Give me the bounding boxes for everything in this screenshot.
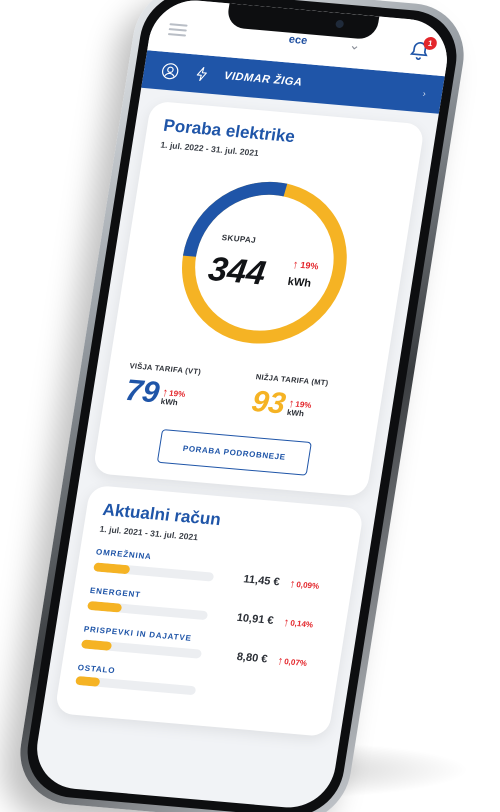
phone-screen: ece ⌄ 1 VIDMAR ŽIGA › Poraba elektrike 1… <box>30 0 454 812</box>
bill-item[interactable]: OSTALO <box>75 663 320 706</box>
notifications-button[interactable]: 1 <box>407 36 438 63</box>
bill-item-change <box>271 697 317 701</box>
tariff-vt-value: 79 <box>123 374 162 410</box>
bill-item-amount: 8,80 € <box>235 650 269 666</box>
tariff-mt-unit: kWh <box>286 407 305 419</box>
tariff-breakdown: VIŠJA TARIFA (VT) 79 ↑ 19% kWh NIŽJA TAR… <box>119 361 368 427</box>
bill-item-change-value: 0,09% <box>295 579 320 591</box>
tariff-vt-unit: kWh <box>160 396 179 408</box>
app-logo: ece <box>287 33 309 48</box>
phone-bezel: ece ⌄ 1 VIDMAR ŽIGA › Poraba elektrike 1… <box>20 0 464 812</box>
consumption-card: Poraba elektrike 1. jul. 2022 - 31. jul.… <box>92 100 425 497</box>
notification-badge: 1 <box>422 36 438 51</box>
total-label: SKUPAJ <box>221 233 257 245</box>
user-icon[interactable] <box>159 60 182 82</box>
bill-item[interactable]: OMREŽNINA 11,45 € ↑ 0,09% <box>93 547 339 593</box>
bill-item-change-value: 0,14% <box>289 618 314 629</box>
lightning-icon[interactable] <box>191 63 214 85</box>
bill-card: Aktualni račun 1. jul. 2021 - 31. jul. 2… <box>54 484 365 737</box>
total-unit: kWh <box>286 275 312 290</box>
total-change: ↑ 19% <box>291 256 320 272</box>
bill-item-change: ↑ 0,09% <box>289 576 336 592</box>
bill-item-change: ↑ 0,07% <box>276 653 324 669</box>
chevron-down-icon[interactable]: ⌄ <box>348 37 361 54</box>
camera-icon <box>335 19 345 29</box>
mockup-stage: ece ⌄ 1 VIDMAR ŽIGA › Poraba elektrike 1… <box>0 0 500 812</box>
total-change-value: 19% <box>299 259 320 272</box>
tariff-vt: VIŠJA TARIFA (VT) 79 ↑ 19% kWh <box>123 361 238 415</box>
bill-item-amount: 10,91 € <box>235 611 275 627</box>
bill-item-amount: 11,45 € <box>242 573 281 589</box>
bill-item-change: ↑ 0,14% <box>282 614 330 630</box>
consumption-detail-button[interactable]: PORABA PODROBNEJE <box>156 429 312 476</box>
userbar-chevron-icon[interactable]: › <box>422 88 427 98</box>
total-value: 344 <box>205 250 269 293</box>
donut-center: SKUPAJ 344 ↑ 19% kWh <box>163 168 366 357</box>
bill-item-change-value: 0,07% <box>283 656 308 668</box>
phone-frame: ece ⌄ 1 VIDMAR ŽIGA › Poraba elektrike 1… <box>12 0 472 812</box>
hamburger-icon[interactable] <box>167 23 188 37</box>
consumption-donut: SKUPAJ 344 ↑ 19% kWh <box>163 168 366 357</box>
bill-item[interactable]: PRISPEVKI IN DAJATVE 8,80 € ↑ 0,07% <box>80 625 327 671</box>
user-name: VIDMAR ŽIGA <box>223 70 304 89</box>
bill-item[interactable]: ENERGENT 10,91 € ↑ 0,14% <box>87 586 333 632</box>
tariff-mt-value: 93 <box>249 385 288 421</box>
arrow-up-icon: ↑ <box>291 256 300 272</box>
tariff-mt: NIŽJA TARIFA (MT) 93 ↑ 19% kWh <box>249 372 365 426</box>
